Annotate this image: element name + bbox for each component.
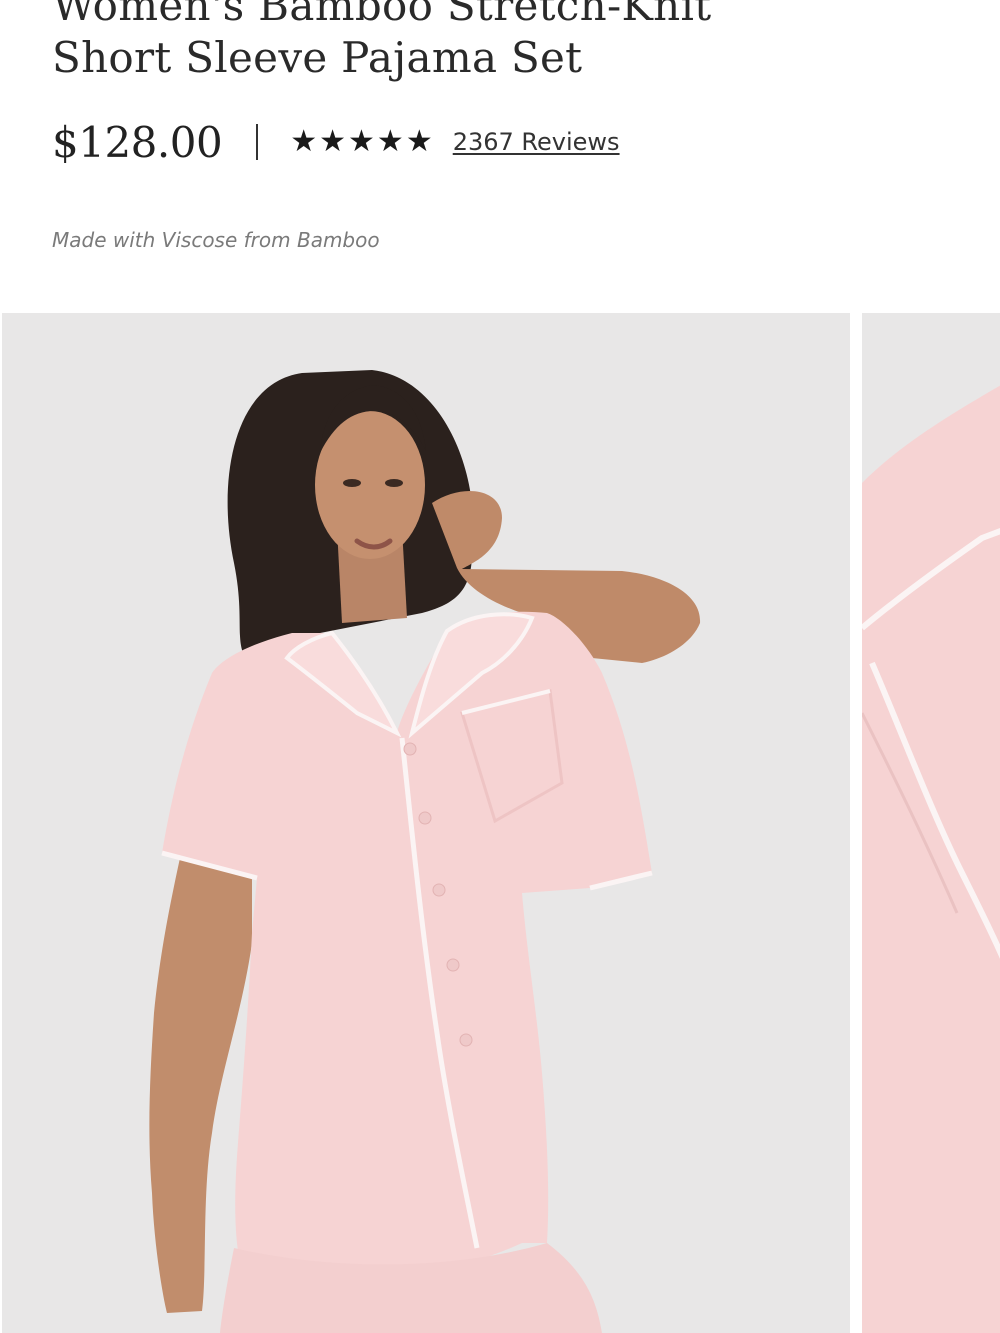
model-photo-illustration bbox=[149, 370, 701, 1333]
shirt-button bbox=[403, 742, 417, 756]
eye-left bbox=[343, 479, 361, 487]
material-note: Made with Viscose from Bamboo bbox=[52, 228, 380, 252]
shirt-button bbox=[418, 811, 432, 825]
price-divider bbox=[256, 124, 259, 160]
star-icon: ★ bbox=[290, 124, 318, 159]
product-title: Women's Bamboo Stretch-Knit Short Sleeve… bbox=[52, 0, 952, 84]
price-rating-row: $128.00 ★ ★ ★ ★ ★ 2367 Reviews bbox=[52, 114, 620, 170]
reviews-link[interactable]: 2367 Reviews bbox=[453, 128, 620, 156]
shirt-button bbox=[459, 1033, 473, 1047]
product-title-line-2: Short Sleeve Pajama Set bbox=[52, 33, 583, 82]
shirt-button bbox=[432, 883, 446, 897]
star-rating[interactable]: ★ ★ ★ ★ ★ bbox=[290, 127, 435, 157]
gallery-image-collar-detail[interactable] bbox=[862, 313, 1000, 1333]
product-image-gallery[interactable] bbox=[0, 313, 1000, 1333]
gallery-image-model-front[interactable] bbox=[2, 313, 850, 1333]
star-icon: ★ bbox=[348, 124, 375, 159]
collar-detail-illustration bbox=[862, 385, 1000, 1333]
shirt-button bbox=[446, 958, 460, 972]
star-icon: ★ bbox=[376, 124, 404, 159]
product-price: $128.00 bbox=[52, 117, 223, 167]
product-title-line-1: Women's Bamboo Stretch-Knit bbox=[52, 0, 712, 30]
star-icon: ★ bbox=[405, 124, 433, 159]
star-icon: ★ bbox=[319, 124, 346, 159]
product-page: Women's Bamboo Stretch-Knit Short Sleeve… bbox=[0, 0, 1000, 1333]
eye-right bbox=[385, 479, 403, 487]
